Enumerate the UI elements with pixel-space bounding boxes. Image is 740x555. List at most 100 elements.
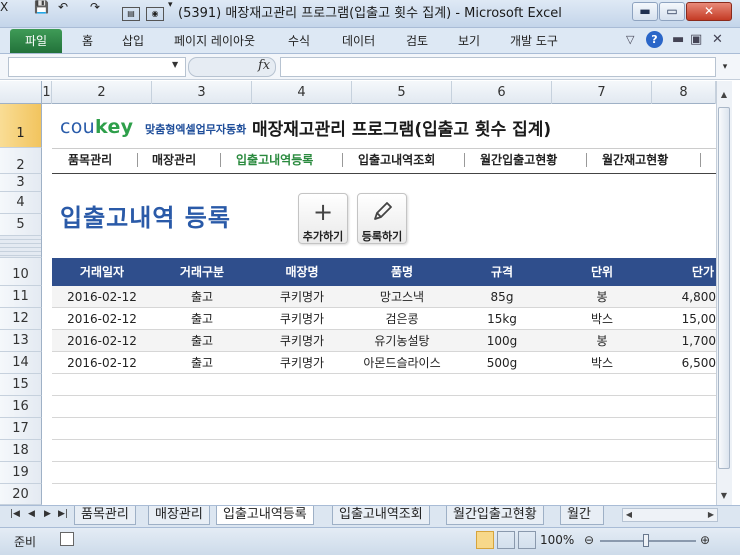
table-cell[interactable]: 2016-02-12 — [52, 330, 152, 352]
table-cell[interactable]: 2016-02-12 — [52, 286, 152, 308]
tab-review[interactable]: 검토 — [406, 33, 428, 49]
close-doc-icon[interactable]: ✕ — [712, 32, 723, 48]
zoom-out-icon[interactable]: ⊖ — [584, 533, 594, 547]
table-cell[interactable]: 쿠키명가 — [252, 286, 352, 308]
table-cell[interactable]: 2016-02-12 — [52, 352, 152, 374]
tab-formulas[interactable]: 수식 — [288, 33, 310, 49]
sheet-tab-monthly[interactable]: 월간 — [560, 506, 604, 525]
last-sheet-icon[interactable]: ▶| — [58, 509, 68, 519]
column-header[interactable]: 8 — [652, 81, 716, 104]
row-header[interactable]: 20 — [0, 484, 42, 505]
redo-icon[interactable]: ↷ — [90, 0, 100, 14]
row-header[interactable]: 19 — [0, 462, 42, 484]
row-header[interactable]: 11 — [0, 286, 42, 308]
table-cell[interactable]: 15,00 — [652, 308, 716, 330]
tab-page-layout[interactable]: 페이지 레이아웃 — [174, 33, 255, 49]
scroll-up-icon[interactable]: ▲ — [717, 88, 731, 102]
table-cell[interactable]: 출고 — [152, 330, 252, 352]
prev-sheet-icon[interactable]: ◀ — [28, 509, 35, 519]
row-header[interactable]: 2 — [0, 148, 42, 174]
table-cell[interactable]: 85g — [452, 286, 552, 308]
undo-icon[interactable]: ↶ — [58, 0, 68, 14]
nav-item-io-search[interactable]: 입출고내역조회 — [358, 152, 435, 168]
formula-input[interactable] — [280, 57, 716, 77]
sheet-tab-stores[interactable]: 매장관리 — [148, 506, 210, 525]
name-box[interactable] — [8, 57, 186, 77]
table-cell[interactable]: 500g — [452, 352, 552, 374]
minimize-button[interactable]: ▬ — [632, 2, 658, 21]
tab-developer[interactable]: 개발 도구 — [510, 33, 558, 49]
table-cell[interactable]: 쿠키명가 — [252, 330, 352, 352]
vertical-scroll-thumb[interactable] — [718, 107, 730, 469]
row-header[interactable]: 3 — [0, 174, 42, 192]
row-header-collapsed[interactable] — [0, 236, 42, 258]
add-button[interactable]: + 추가하기 — [298, 193, 348, 244]
restore-doc-icon[interactable]: ▬ — [672, 32, 684, 48]
sheet-tab-products[interactable]: 품목관리 — [74, 506, 136, 525]
scroll-right-icon[interactable]: ▶ — [704, 508, 718, 522]
scroll-down-icon[interactable]: ▼ — [717, 489, 731, 503]
page-break-view-icon[interactable] — [518, 531, 536, 549]
first-sheet-icon[interactable]: |◀ — [10, 509, 20, 519]
column-header[interactable]: 1 — [42, 81, 52, 104]
next-sheet-icon[interactable]: ▶ — [44, 509, 51, 519]
tab-data[interactable]: 데이터 — [342, 33, 375, 49]
table-cell[interactable]: 출고 — [152, 308, 252, 330]
row-header[interactable]: 13 — [0, 330, 42, 352]
table-cell[interactable]: 봉 — [552, 330, 652, 352]
collapse-ribbon-icon[interactable]: ▽ — [626, 32, 634, 48]
close-button[interactable]: ✕ — [686, 2, 732, 21]
page-layout-view-icon[interactable] — [497, 531, 515, 549]
table-cell[interactable]: 6,500 — [652, 352, 716, 374]
row-header[interactable]: 14 — [0, 352, 42, 374]
nav-item-stores[interactable]: 매장관리 — [152, 152, 196, 168]
table-cell[interactable]: 쿠키명가 — [252, 352, 352, 374]
column-header[interactable]: 6 — [452, 81, 552, 104]
normal-view-icon[interactable] — [476, 531, 494, 549]
row-header[interactable]: 1 — [0, 104, 42, 148]
column-header[interactable]: 5 — [352, 81, 452, 104]
camera-icon[interactable]: ◉ — [146, 7, 164, 21]
tab-view[interactable]: 보기 — [458, 33, 480, 49]
table-cell[interactable]: 검은콩 — [352, 308, 452, 330]
column-header[interactable]: 4 — [252, 81, 352, 104]
window-doc-icon[interactable]: ▣ — [690, 32, 702, 48]
zoom-slider-thumb[interactable] — [643, 534, 649, 547]
table-cell[interactable]: 쿠키명가 — [252, 308, 352, 330]
table-cell[interactable]: 박스 — [552, 308, 652, 330]
row-header[interactable]: 12 — [0, 308, 42, 330]
form-icon[interactable]: ▤ — [122, 7, 140, 21]
chevron-down-icon[interactable]: ▼ — [172, 60, 178, 69]
row-header[interactable]: 10 — [0, 258, 42, 286]
table-cell[interactable]: 4,800 — [652, 286, 716, 308]
customize-qa-icon[interactable]: ▾ — [168, 0, 173, 10]
excel-icon[interactable]: X — [0, 0, 8, 14]
sheet-tab-io-register[interactable]: 입출고내역등록 — [216, 506, 314, 525]
column-header[interactable]: 2 — [52, 81, 152, 104]
table-cell[interactable]: 출고 — [152, 352, 252, 374]
save-icon[interactable]: 💾 — [34, 0, 49, 14]
table-cell[interactable]: 100g — [452, 330, 552, 352]
table-cell[interactable]: 출고 — [152, 286, 252, 308]
table-cell[interactable]: 유기농설탕 — [352, 330, 452, 352]
nav-item-io-register[interactable]: 입출고내역등록 — [236, 152, 313, 168]
row-header[interactable]: 5 — [0, 214, 42, 236]
row-header[interactable]: 17 — [0, 418, 42, 440]
select-all-corner[interactable] — [0, 81, 42, 104]
table-cell[interactable]: 2016-02-12 — [52, 308, 152, 330]
column-header[interactable]: 7 — [552, 81, 652, 104]
tab-insert[interactable]: 삽입 — [122, 33, 144, 49]
nav-item-monthly-stock[interactable]: 월간재고현황 — [602, 152, 668, 168]
maximize-button[interactable]: ▭ — [659, 2, 685, 21]
zoom-in-icon[interactable]: ⊕ — [700, 533, 710, 547]
row-header[interactable]: 16 — [0, 396, 42, 418]
table-cell[interactable]: 봉 — [552, 286, 652, 308]
sheet-tab-io-search[interactable]: 입출고내역조회 — [332, 506, 430, 525]
table-cell[interactable]: 1,700 — [652, 330, 716, 352]
scroll-left-icon[interactable]: ◀ — [622, 508, 636, 522]
tab-file[interactable]: 파일 — [10, 29, 62, 53]
row-header[interactable]: 4 — [0, 192, 42, 214]
sheet-tab-monthly-io[interactable]: 월간입출고현황 — [446, 506, 544, 525]
expand-formula-icon[interactable]: ▾ — [718, 57, 732, 77]
table-cell[interactable]: 박스 — [552, 352, 652, 374]
